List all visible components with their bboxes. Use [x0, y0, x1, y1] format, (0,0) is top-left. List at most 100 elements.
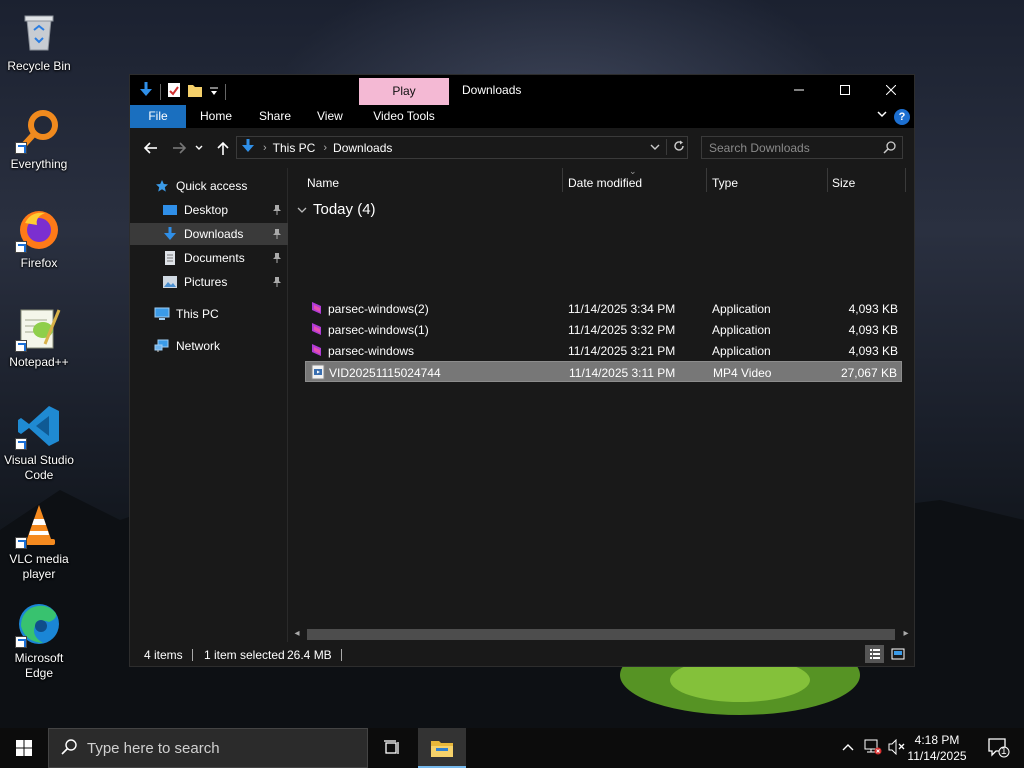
desktop-icon-label: VLC media player: [9, 552, 69, 581]
breadcrumb-this-pc[interactable]: This PC: [273, 141, 316, 155]
address-history-dropdown-icon[interactable]: [650, 140, 660, 154]
address-bar[interactable]: › This PC › Downloads: [236, 136, 688, 159]
nav-item-pictures[interactable]: Pictures: [130, 271, 288, 293]
clock-time: 4:18 PM: [914, 733, 960, 747]
pin-icon: [272, 276, 282, 291]
file-date: 11/14/2025 3:11 PM: [569, 366, 676, 380]
taskbar-file-explorer[interactable]: [418, 728, 466, 768]
desktop-icon-label: Recycle Bin: [7, 59, 71, 73]
firefox-icon: [15, 205, 63, 253]
tab-play-contextual[interactable]: Play: [359, 78, 449, 105]
desktop-icon-everything[interactable]: Everything: [2, 106, 76, 172]
forward-button[interactable]: [170, 138, 190, 158]
task-view-button[interactable]: [368, 728, 416, 768]
group-label: Today (4): [313, 201, 376, 218]
address-separator: [666, 139, 667, 155]
desktop-icon-label: Everything: [10, 157, 68, 171]
desktop-icon-vlc[interactable]: VLC media player: [2, 501, 76, 582]
shortcut-arrow-icon: [15, 340, 27, 352]
tab-home[interactable]: Home: [200, 105, 232, 128]
close-button[interactable]: [868, 75, 914, 105]
status-bar: 4 items 1 item selected 26.4 MB: [130, 642, 914, 666]
computer-icon: [154, 306, 170, 322]
horizontal-scrollbar[interactable]: ◂ ▸: [289, 626, 914, 642]
start-button[interactable]: [0, 728, 48, 768]
tab-share[interactable]: Share: [259, 105, 291, 128]
desktop-icon-firefox[interactable]: Firefox: [2, 205, 76, 271]
file-date: 11/14/2025 3:21 PM: [568, 344, 676, 358]
column-separator[interactable]: [905, 168, 906, 192]
refresh-icon[interactable]: [673, 140, 685, 155]
tab-video-tools[interactable]: Video Tools: [359, 105, 449, 128]
file-date: 11/14/2025 3:32 PM: [568, 323, 676, 337]
details-view-button[interactable]: [865, 645, 884, 663]
file-row[interactable]: parsec-windows 11/14/2025 3:21 PM Applic…: [305, 340, 902, 361]
search-input[interactable]: [702, 137, 872, 158]
scrollbar-thumb[interactable]: [307, 629, 895, 640]
desktop-icon-vscode[interactable]: Visual Studio Code: [2, 402, 76, 483]
nav-item-documents[interactable]: Documents: [130, 247, 288, 269]
breadcrumb-chevron-icon: ›: [323, 141, 328, 154]
nav-item-this-pc[interactable]: This PC: [130, 303, 288, 325]
file-row[interactable]: parsec-windows(1) 11/14/2025 3:32 PM App…: [305, 319, 902, 340]
notification-count: 1: [1001, 746, 1007, 757]
minimize-icon: [794, 89, 804, 91]
nav-item-network[interactable]: Network: [130, 335, 288, 357]
task-view-icon: [384, 740, 399, 754]
toolbar-separator: [160, 83, 161, 100]
file-row-selected[interactable]: VID20251115024744 11/14/2025 3:11 PM MP4…: [305, 361, 902, 382]
column-header-type[interactable]: Type: [694, 168, 738, 198]
chevron-down-icon: [195, 145, 203, 150]
file-row[interactable]: parsec-windows(2) 11/14/2025 3:34 PM App…: [305, 298, 902, 319]
parsec-icon: [309, 321, 325, 337]
new-folder-icon[interactable]: [187, 82, 203, 101]
file-type: Application: [712, 302, 771, 316]
nav-item-downloads[interactable]: Downloads: [130, 223, 288, 245]
tab-view[interactable]: View: [317, 105, 343, 128]
nav-item-desktop[interactable]: Desktop: [130, 199, 288, 221]
search-box[interactable]: [701, 136, 903, 159]
close-icon: [886, 85, 896, 95]
back-button[interactable]: [140, 138, 160, 158]
large-icons-view-button[interactable]: [888, 645, 907, 663]
taskbar-search-box[interactable]: Type here to search: [48, 728, 368, 768]
minimize-button[interactable]: [776, 75, 822, 105]
desktop-icon-label: Visual Studio Code: [4, 453, 74, 482]
network-icon: [154, 338, 170, 354]
taskbar-clock[interactable]: 4:18 PM 11/14/2025: [902, 732, 972, 764]
file-size: 27,067 KB: [840, 366, 897, 380]
show-hidden-icons-chevron-icon[interactable]: [842, 740, 854, 754]
action-center-button[interactable]: 1: [988, 738, 1010, 761]
pin-icon: [272, 228, 282, 243]
customize-qat-icon[interactable]: [209, 85, 219, 99]
downloads-folder-icon: [162, 226, 178, 242]
recent-locations-button[interactable]: [193, 138, 205, 158]
help-button[interactable]: ?: [894, 109, 910, 125]
up-arrow-icon: [217, 141, 229, 155]
network-status-icon[interactable]: [864, 739, 882, 758]
chevron-down-icon: [297, 207, 307, 213]
desktop-icon-label: Notepad++: [9, 355, 69, 369]
tab-file[interactable]: File: [130, 105, 186, 128]
scroll-left-icon[interactable]: ◂: [291, 628, 303, 640]
group-header-today[interactable]: Today (4): [297, 201, 376, 218]
desktop-icon-edge[interactable]: Microsoft Edge: [2, 600, 76, 681]
documents-folder-icon: [162, 250, 178, 266]
column-header-name[interactable]: Name: [289, 168, 339, 198]
properties-icon[interactable]: [167, 82, 181, 101]
nav-item-label: Network: [176, 339, 221, 353]
desktop-icon-recycle-bin[interactable]: Recycle Bin: [2, 8, 76, 74]
expand-ribbon-chevron-icon[interactable]: [876, 108, 888, 123]
nav-quick-access[interactable]: Quick access: [130, 175, 288, 197]
breadcrumb-downloads[interactable]: Downloads: [333, 141, 392, 155]
shortcut-arrow-icon: [15, 636, 27, 648]
scroll-right-icon[interactable]: ▸: [900, 628, 912, 640]
details-view-icon: [869, 649, 880, 659]
desktop-icon-notepad-plus-plus[interactable]: Notepad++: [2, 304, 76, 370]
up-button[interactable]: [213, 138, 233, 158]
nav-item-label: This PC: [176, 307, 219, 321]
maximize-button[interactable]: [822, 75, 868, 105]
column-header-size[interactable]: Size: [814, 168, 855, 198]
everything-search-icon: [15, 106, 63, 154]
window-controls: [776, 75, 914, 105]
